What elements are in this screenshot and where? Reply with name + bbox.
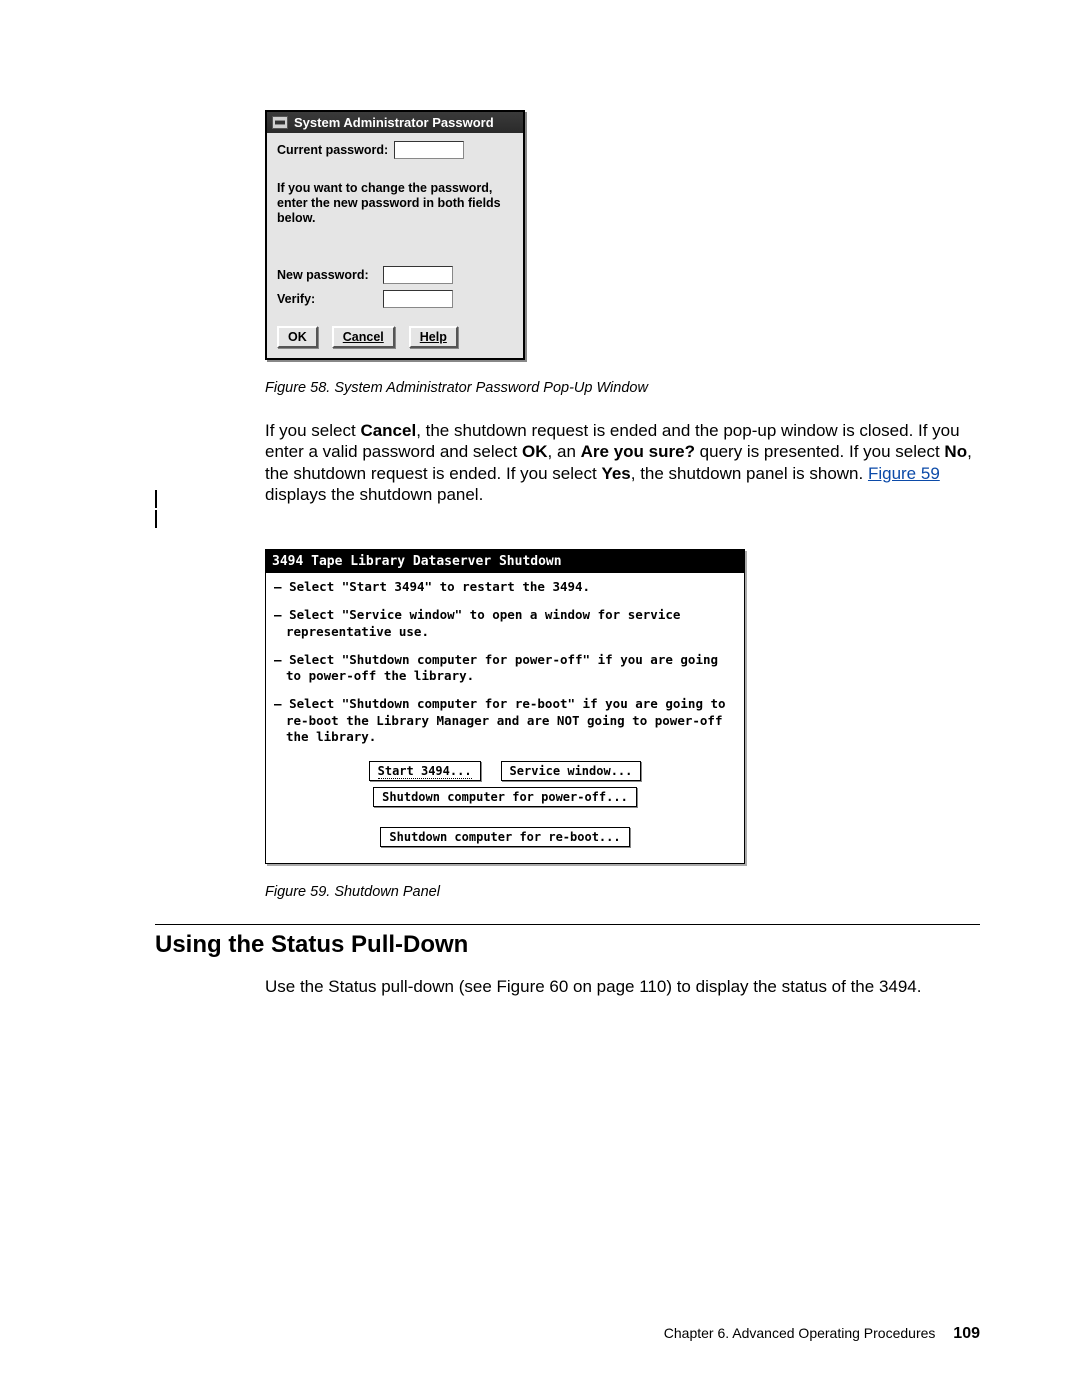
page-footer: Chapter 6. Advanced Operating Procedures… <box>664 1325 980 1343</box>
password-dialog-titlebar: System Administrator Password <box>267 112 523 133</box>
list-item: Select "Shutdown computer for power-off"… <box>274 650 736 695</box>
verify-password-label: Verify: <box>277 292 377 306</box>
system-menu-icon[interactable] <box>272 116 288 129</box>
shutdown-dialog: 3494 Tape Library Dataserver Shutdown Se… <box>265 549 745 864</box>
shutdown-dialog-title: 3494 Tape Library Dataserver Shutdown <box>266 550 744 573</box>
figure-59-caption: Figure 59. Shutdown Panel <box>265 884 980 900</box>
new-password-input[interactable] <box>383 266 453 284</box>
footer-page-number: 109 <box>953 1325 980 1342</box>
current-password-label: Current password: <box>277 143 388 157</box>
list-item: Select "Service window" to open a window… <box>274 605 736 650</box>
password-dialog-title: System Administrator Password <box>294 115 494 130</box>
revision-bar <box>155 510 157 528</box>
new-password-label: New password: <box>277 268 377 282</box>
shutdown-option-list: Select "Start 3494" to restart the 3494.… <box>274 577 736 755</box>
cancel-button[interactable]: Cancel <box>332 326 395 348</box>
paragraph-2: Use the Status pull-down (see Figure 60 … <box>265 976 980 997</box>
figure-59-link[interactable]: Figure 59 <box>868 464 940 483</box>
password-dialog: System Administrator Password Current pa… <box>265 110 525 360</box>
section-rule <box>155 924 980 925</box>
shutdown-poweroff-button[interactable]: Shutdown computer for power-off... <box>373 787 637 807</box>
password-instruction: If you want to change the password, ente… <box>277 181 513 226</box>
figure-58-caption: Figure 58. System Administrator Password… <box>265 380 980 396</box>
revision-bar <box>155 490 157 508</box>
service-window-button[interactable]: Service window... <box>501 761 642 781</box>
start-3494-button[interactable]: Start 3494... <box>369 761 481 781</box>
shutdown-reboot-button[interactable]: Shutdown computer for re-boot... <box>380 827 629 847</box>
paragraph-1: If you select Cancel, the shutdown reque… <box>265 420 980 505</box>
current-password-input[interactable] <box>394 141 464 159</box>
list-item: Select "Shutdown computer for re-boot" i… <box>274 694 736 755</box>
footer-chapter: Chapter 6. Advanced Operating Procedures <box>664 1325 936 1341</box>
verify-password-input[interactable] <box>383 290 453 308</box>
ok-button[interactable]: OK <box>277 326 318 348</box>
help-button[interactable]: Help <box>409 326 458 348</box>
list-item: Select "Start 3494" to restart the 3494. <box>274 577 736 605</box>
section-heading: Using the Status Pull-Down <box>155 931 980 959</box>
